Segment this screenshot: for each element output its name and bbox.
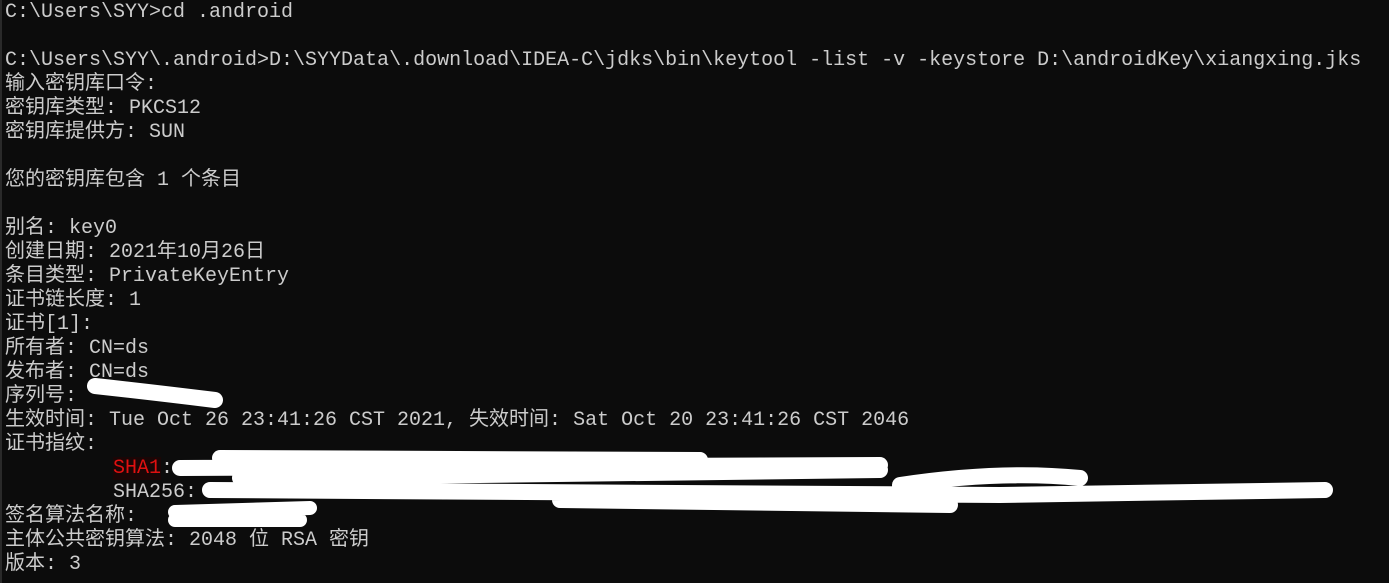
terminal-line: C:\Users\SYY\.android>D:\SYYData\.downlo…	[5, 49, 1362, 72]
terminal-line: 证书链长度: 1	[5, 289, 142, 312]
sha256-line: SHA256: :DF	[5, 481, 1361, 505]
sha1-label: SHA1	[113, 457, 162, 480]
terminal-line: 创建日期: 2021年10月26日	[5, 241, 266, 264]
sha256-label: SHA256:	[113, 481, 198, 504]
terminal-line: 证书指纹:	[5, 433, 98, 456]
terminal-line: 签名算法名称:	[5, 505, 150, 528]
terminal-line: 生效时间: Tue Oct 26 23:41:26 CST 2021, 失效时间…	[5, 409, 910, 432]
terminal-line: 序列号:	[5, 385, 90, 408]
terminal-line: C:\Users\SYY>cd .android	[5, 1, 294, 24]
terminal-line: 条目类型: PrivateKeyEntry	[5, 265, 290, 288]
window-left-border	[0, 0, 2, 583]
terminal-line: 所有者: CN=ds	[5, 337, 150, 360]
terminal-line: 输入密钥库口令:	[5, 73, 158, 96]
terminal-line: 主体公共密钥算法: 2048 位 RSA 密钥	[5, 529, 370, 552]
terminal-output[interactable]: C:\Users\SYY>cd .android C:\Users\SYY\.an…	[5, 1, 1361, 577]
terminal-line: 您的密钥库包含 1 个条目	[5, 169, 242, 192]
terminal-line: 密钥库类型: PKCS12	[5, 97, 202, 120]
terminal-line: 发布者: CN=ds	[5, 361, 150, 384]
sha1-separator: :	[161, 457, 174, 480]
terminal-line: 别名: key0	[5, 217, 118, 240]
terminal-line: 密钥库提供方: SUN	[5, 121, 186, 144]
sha256-tail: :DF	[1267, 481, 1304, 504]
sha1-line: SHA1:	[5, 457, 1361, 481]
terminal-line: 证书[1]:	[5, 313, 94, 336]
terminal-line: 版本: 3	[5, 553, 82, 576]
